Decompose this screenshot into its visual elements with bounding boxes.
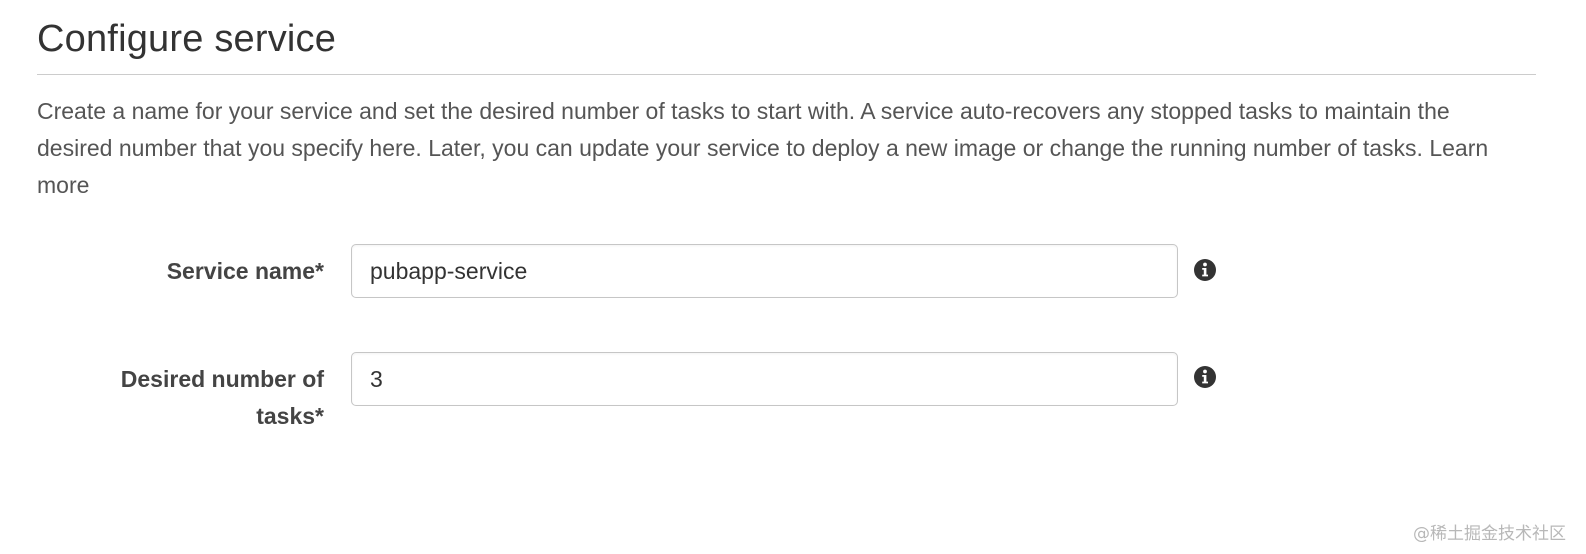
info-circle-icon[interactable] — [1193, 258, 1217, 282]
watermark: @稀土掘金技术社区 — [1413, 524, 1566, 544]
service-name-input[interactable] — [351, 244, 1178, 298]
desired-tasks-label: Desired number of tasks* — [64, 361, 324, 435]
service-name-label: Service name* — [166, 258, 324, 284]
desired-tasks-label-line1: Desired number of — [120, 366, 324, 392]
info-circle-icon[interactable] — [1193, 365, 1217, 389]
desired-tasks-input[interactable] — [351, 352, 1178, 406]
section-divider — [37, 74, 1536, 75]
section-title: Configure service — [37, 18, 337, 60]
desired-tasks-label-line2: tasks* — [256, 403, 324, 429]
description-text: Create a name for your service and set t… — [37, 98, 1450, 161]
section-description: Create a name for your service and set t… — [37, 93, 1517, 204]
